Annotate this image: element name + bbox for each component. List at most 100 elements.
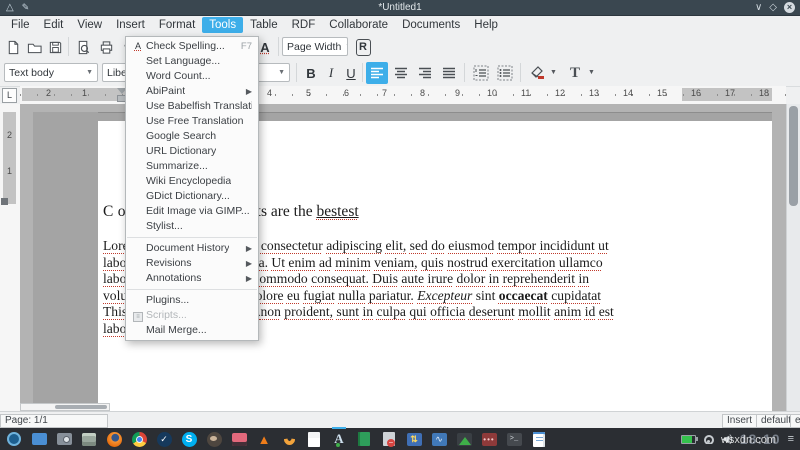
menu-edit[interactable]: Edit [37,17,71,33]
image-viewer-icon[interactable] [456,431,472,447]
text-editor-icon[interactable] [306,431,322,447]
media-player-icon[interactable] [231,431,247,447]
align-center-button[interactable] [390,62,412,84]
script-icon: ≡ [133,312,143,322]
underline-button[interactable]: U [340,62,362,84]
spellcheck-icon: A [135,41,141,51]
horizontal-scrollbar[interactable] [20,403,110,411]
format-toolbar: Text body▼ Liberation▼ 12▼ B I U ▼ T ▼ [0,60,800,87]
rdf-button[interactable]: R [352,36,374,58]
menu-item-use-free-translation[interactable]: Use Free Translation [126,114,258,129]
menu-item-wiki-encyclopedia[interactable]: Wiki Encyclopedia [126,174,258,189]
zoom-select[interactable]: Page Width▼ [282,37,348,56]
wifi-icon[interactable] [703,435,715,444]
vlc-icon[interactable]: ▲ [256,431,272,447]
firefox-icon[interactable] [106,431,122,447]
tools-menu-popup: ACheck Spelling...F7Set Language...Word … [125,36,259,341]
submenu-arrow-icon: ▶ [246,84,252,99]
menu-item-url-dictionary[interactable]: URL Dictionary [126,144,258,159]
system-monitor-icon[interactable]: ∿ [431,431,447,447]
open-button[interactable] [23,36,45,58]
clock[interactable]: 18:10 [740,431,781,447]
window-title: *Untitled1 [0,2,800,13]
menu-item-annotations[interactable]: Annotations▶ [126,271,258,286]
document-blocked-icon[interactable] [381,431,397,447]
standard-toolbar: A Page Width▼ R [0,34,800,60]
terminal-icon[interactable]: >_ [506,431,522,447]
menu-table[interactable]: Table [243,17,285,33]
language-indicator: en-GB [790,414,800,428]
menu-insert[interactable]: Insert [109,17,152,33]
vertical-scrollbar[interactable] [786,104,800,411]
menu-item-check-spelling[interactable]: ACheck Spelling...F7 [126,39,258,54]
lowriter-icon[interactable] [531,431,547,447]
tab-stop-selector[interactable]: L [2,88,17,103]
menu-item-use-babelfish-translation[interactable]: Use Babelfish Translation [126,99,258,114]
new-document-button[interactable] [2,36,24,58]
title-bar: △ ✎ *Untitled1 ∨ ◇ × [0,0,800,16]
highlight-color-dropdown[interactable]: ▼ [550,69,557,76]
menu-item-revisions[interactable]: Revisions▶ [126,256,258,271]
submenu-arrow-icon: ▶ [246,271,252,286]
menu-item-plugins[interactable]: Plugins... [126,293,258,308]
text-color-dropdown[interactable]: ▼ [588,69,595,76]
style-select[interactable]: Text body▼ [4,63,98,82]
chromium-icon[interactable] [131,431,147,447]
menu-item-set-language[interactable]: Set Language... [126,54,258,69]
align-right-button[interactable] [414,62,436,84]
vertical-ruler[interactable]: 21 [0,104,21,411]
taskbar-menu-icon[interactable]: ≡ [788,433,794,445]
bold-button[interactable]: B [300,62,322,84]
save-button[interactable] [44,36,66,58]
dictionary-icon[interactable] [356,431,372,447]
submenu-arrow-icon: ▶ [246,256,252,271]
numbered-list-button[interactable] [470,62,492,84]
menu-item-scripts: ≡Scripts... [126,308,258,323]
mail-client-icon[interactable]: ✓ [156,431,172,447]
battery-icon[interactable] [681,435,696,444]
menu-item-edit-image-via-gimp[interactable]: Edit Image via GIMP... [126,204,258,219]
audio-mixer-icon[interactable]: ••• [481,431,497,447]
bullet-list-button[interactable] [494,62,516,84]
page-indicator: Page: 1/1 [0,414,108,428]
menu-tools[interactable]: Tools [202,17,243,33]
menu-item-summarize[interactable]: Summarize... [126,159,258,174]
taskbar: ✓S▲A⇅∿•••>_ ◀) 18:10 ≡ wsxdn.com [0,428,800,450]
gimp-icon[interactable] [206,431,222,447]
menu-bar: FileEditViewInsertFormatToolsTableRDFCol… [0,16,800,34]
print-button[interactable] [95,36,117,58]
file-manager-icon[interactable] [31,431,47,447]
menu-item-gdict-dictionary[interactable]: GDict Dictionary... [126,189,258,204]
menu-view[interactable]: View [70,17,109,33]
menu-item-google-search[interactable]: Google Search [126,129,258,144]
menu-item-word-count[interactable]: Word Count... [126,69,258,84]
swap-tool-icon[interactable]: ⇅ [406,431,422,447]
menu-collaborate[interactable]: Collaborate [322,17,395,33]
top-margin-marker[interactable] [1,198,8,205]
menu-documents[interactable]: Documents [395,17,467,33]
align-left-button[interactable] [366,62,388,84]
menu-item-mail-merge[interactable]: Mail Merge... [126,323,258,338]
text-color-button[interactable]: T [564,62,586,84]
archive-manager-icon[interactable] [81,431,97,447]
italic-button[interactable]: I [320,62,342,84]
align-justify-button[interactable] [438,62,460,84]
menu-format[interactable]: Format [152,17,202,33]
skype-icon[interactable]: S [181,431,197,447]
highlight-color-button[interactable] [526,62,548,84]
status-bar: Page: 1/1 Insert default en-GB [0,411,800,429]
volume-icon[interactable]: ◀) [722,434,733,445]
menu-file[interactable]: File [4,17,37,33]
abiword-icon[interactable]: A [331,431,347,447]
menu-item-stylist[interactable]: Stylist... [126,219,258,234]
app-menu-icon[interactable] [6,431,22,447]
menu-help[interactable]: Help [467,17,505,33]
submenu-arrow-icon: ▶ [246,241,252,256]
menu-item-document-history[interactable]: Document History▶ [126,241,258,256]
screenshot-tool-icon[interactable] [56,431,72,447]
menu-rdf[interactable]: RDF [285,17,323,33]
style-indicator: default [756,414,792,428]
menu-item-abipaint[interactable]: AbiPaint▶ [126,84,258,99]
banana-app-icon[interactable] [281,431,297,447]
print-preview-button[interactable] [72,36,94,58]
